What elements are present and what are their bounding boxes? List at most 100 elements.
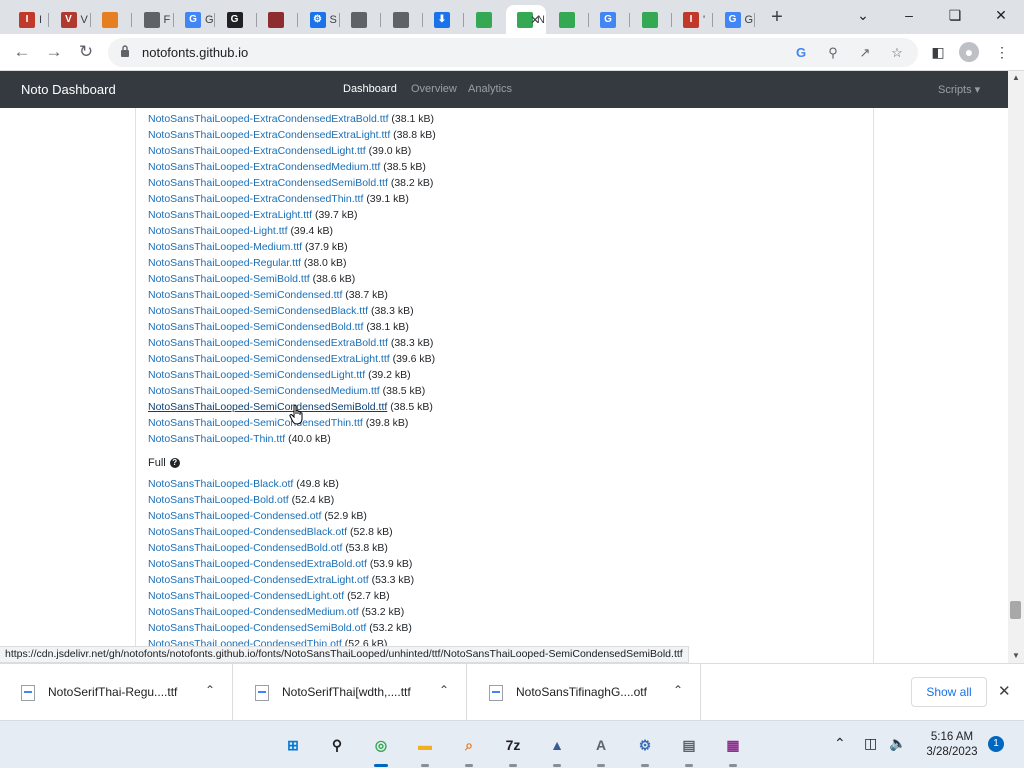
font-file-link[interactable]: NotoSansThaiLooped-Bold.otf — [148, 494, 289, 506]
magnifier-app-icon[interactable]: ⌕ — [456, 732, 482, 767]
nav-analytics[interactable]: Analytics — [468, 83, 512, 95]
font-file-link[interactable]: NotoSansThaiLooped-SemiCondensedExtraBol… — [148, 337, 388, 349]
notification-badge[interactable]: 1 — [988, 736, 1004, 752]
scroll-up-arrow-icon[interactable]: ▲ — [1012, 73, 1020, 82]
browser-tab[interactable]: II — [8, 5, 49, 34]
maximize-button[interactable]: ❏ — [943, 5, 967, 27]
font-file-link[interactable]: NotoSansThaiLooped-CondensedExtraBold.ot… — [148, 558, 367, 570]
show-all-button[interactable]: Show all — [911, 677, 987, 707]
back-button[interactable]: ← — [10, 41, 34, 65]
font-file-link[interactable]: NotoSansThaiLooped-CondensedBold.otf — [148, 542, 342, 554]
minimize-button[interactable]: – — [897, 5, 921, 27]
font-file-link[interactable]: NotoSansThaiLooped-Medium.ttf — [148, 241, 302, 253]
browser-tab[interactable]: N ✕ — [506, 5, 546, 34]
network-icon[interactable]: ◫ — [864, 735, 877, 752]
browser-tab[interactable]: G — [216, 5, 257, 34]
tab-search-icon[interactable]: ⌄ — [851, 5, 875, 27]
font-file-link[interactable]: NotoSansThaiLooped-CondensedSemiBold.otf — [148, 622, 366, 634]
close-window-button[interactable]: ✕ — [989, 5, 1013, 27]
browser-tab[interactable]: VV — [50, 5, 91, 34]
chevron-up-tray-icon[interactable]: ⌃ — [834, 735, 846, 752]
font-file-link[interactable]: NotoSansThaiLooped-ExtraCondensedLight.t… — [148, 145, 366, 157]
scroll-down-arrow-icon[interactable]: ▼ — [1012, 651, 1020, 660]
font-file-link[interactable]: NotoSansThaiLooped-SemiBold.ttf — [148, 273, 310, 285]
browser-tab[interactable]: ⬇ — [423, 5, 464, 34]
browser-tab[interactable] — [631, 5, 672, 34]
chrome-icon[interactable]: ◎ — [368, 732, 394, 767]
notepad-icon[interactable]: ▤ — [676, 732, 702, 767]
scrollbar-thumb[interactable] — [1010, 601, 1021, 619]
zoom-icon[interactable]: ⚲ — [824, 44, 842, 62]
settings-icon[interactable]: ⚙ — [632, 732, 658, 767]
url-text[interactable]: notofonts.github.io — [142, 45, 248, 60]
browser-tab[interactable] — [340, 5, 381, 34]
browser-tab[interactable] — [382, 5, 423, 34]
winrar-icon[interactable]: ▦ — [720, 732, 746, 767]
download-item[interactable]: NotoSansTifinaghG....otf ⌃ — [468, 664, 701, 721]
font-file-link[interactable]: NotoSansThaiLooped-Regular.ttf — [148, 257, 301, 269]
browser-tab[interactable]: G — [589, 5, 630, 34]
reload-button[interactable]: ↻ — [74, 41, 98, 65]
font-file-link[interactable]: NotoSansThaiLooped-ExtraCondensedExtraLi… — [148, 129, 390, 141]
nav-overview[interactable]: Overview — [411, 83, 457, 95]
browser-tab[interactable]: F — [133, 5, 174, 34]
browser-tab[interactable]: I ' — [672, 5, 713, 34]
site-brand[interactable]: Noto Dashboard — [21, 82, 116, 97]
vertical-scrollbar[interactable]: ▲ ▼ — [1008, 71, 1024, 663]
profile-avatar[interactable]: ● — [959, 42, 979, 62]
help-icon[interactable]: ? — [169, 458, 180, 468]
font-file-link[interactable]: NotoSansThaiLooped-CondensedBlack.otf — [148, 526, 347, 538]
font-file-link[interactable]: NotoSansThaiLooped-SemiCondensedLight.tt… — [148, 369, 365, 381]
windows-start-icon[interactable]: ⊞ — [280, 732, 306, 758]
browser-tab[interactable] — [548, 5, 589, 34]
7zip-icon[interactable]: 7z — [500, 732, 526, 767]
browser-tab[interactable] — [465, 5, 506, 34]
taskbar-clock[interactable]: 5:16 AM 3/28/2023 — [920, 730, 984, 760]
font-file-link[interactable]: NotoSansThaiLooped-ExtraLight.ttf — [148, 209, 312, 221]
font-file-link[interactable]: NotoSansThaiLooped-SemiCondensedSemiBold… — [148, 401, 387, 413]
file-explorer-icon[interactable]: ▬ — [412, 732, 438, 767]
browser-tab[interactable]: GG — [714, 5, 755, 34]
font-file-link[interactable]: NotoSansThaiLooped-CondensedExtraLight.o… — [148, 574, 369, 586]
font-file-link[interactable]: NotoSansThaiLooped-SemiCondensed.ttf — [148, 289, 342, 301]
address-bar[interactable]: notofonts.github.io G ⚲ ↗ ☆ — [108, 38, 918, 67]
chevron-up-icon[interactable]: ⌃ — [205, 683, 215, 697]
font-file-link[interactable]: NotoSansThaiLooped-ExtraCondensedSemiBol… — [148, 177, 388, 189]
font-file-link[interactable]: NotoSansThaiLooped-ExtraCondensedMedium.… — [148, 161, 380, 173]
new-tab-button[interactable]: + — [766, 7, 788, 29]
close-shelf-icon[interactable]: ✕ — [998, 682, 1011, 700]
font-file-link[interactable]: NotoSansThaiLooped-SemiCondensedBold.ttf — [148, 321, 363, 333]
chevron-up-icon[interactable]: ⌃ — [673, 683, 683, 697]
font-file-link[interactable]: NotoSansThaiLooped-Thin.ttf — [148, 433, 285, 445]
chevron-up-icon[interactable]: ⌃ — [439, 683, 449, 697]
font-file-link[interactable]: NotoSansThaiLooped-SemiCondensedMedium.t… — [148, 385, 380, 397]
browser-tab[interactable]: ⚙ S — [299, 5, 340, 34]
font-file-link[interactable]: NotoSansThaiLooped-Condensed.otf — [148, 510, 321, 522]
inkscape-icon[interactable]: ▲ — [544, 732, 570, 767]
forward-button[interactable]: → — [42, 41, 66, 65]
font-file-link[interactable]: NotoSansThaiLooped-ExtraCondensedThin.tt… — [148, 193, 363, 205]
nav-dashboard[interactable]: Dashboard — [343, 83, 397, 95]
menu-kebab-icon[interactable]: ⋮ — [992, 42, 1012, 62]
side-panel-icon[interactable]: ◧ — [928, 42, 948, 62]
font-file-link[interactable]: NotoSansThaiLooped-CondensedLight.otf — [148, 590, 344, 602]
font-file-link[interactable]: NotoSansThaiLooped-SemiCondensedBlack.tt… — [148, 305, 368, 317]
font-file-link[interactable]: NotoSansThaiLooped-ExtraCondensedExtraBo… — [148, 113, 388, 125]
search-icon[interactable]: ⚲ — [324, 732, 350, 758]
download-item[interactable]: NotoSerifThai[wdth,....ttf ⌃ — [234, 664, 467, 721]
google-lens-icon[interactable]: G — [792, 44, 810, 62]
volume-icon[interactable]: 🔈 — [889, 735, 906, 752]
download-item[interactable]: NotoSerifThai-Regu....ttf ⌃ — [0, 664, 233, 721]
browser-tab[interactable]: GG — [174, 5, 215, 34]
font-viewer-icon[interactable]: A — [588, 732, 614, 767]
browser-tab[interactable] — [257, 5, 298, 34]
font-file-link[interactable]: NotoSansThaiLooped-SemiCondensedThin.ttf — [148, 417, 363, 429]
browser-tab[interactable] — [91, 5, 132, 34]
bookmark-star-icon[interactable]: ☆ — [888, 44, 906, 62]
font-file-link[interactable]: NotoSansThaiLooped-CondensedMedium.otf — [148, 606, 359, 618]
font-file-link[interactable]: NotoSansThaiLooped-SemiCondensedExtraLig… — [148, 353, 390, 365]
close-tab-icon[interactable]: ✕ — [530, 13, 540, 27]
scripts-dropdown[interactable]: Scripts ▾ — [938, 83, 980, 96]
font-file-link[interactable]: NotoSansThaiLooped-Black.otf — [148, 478, 293, 490]
share-icon[interactable]: ↗ — [856, 44, 874, 62]
